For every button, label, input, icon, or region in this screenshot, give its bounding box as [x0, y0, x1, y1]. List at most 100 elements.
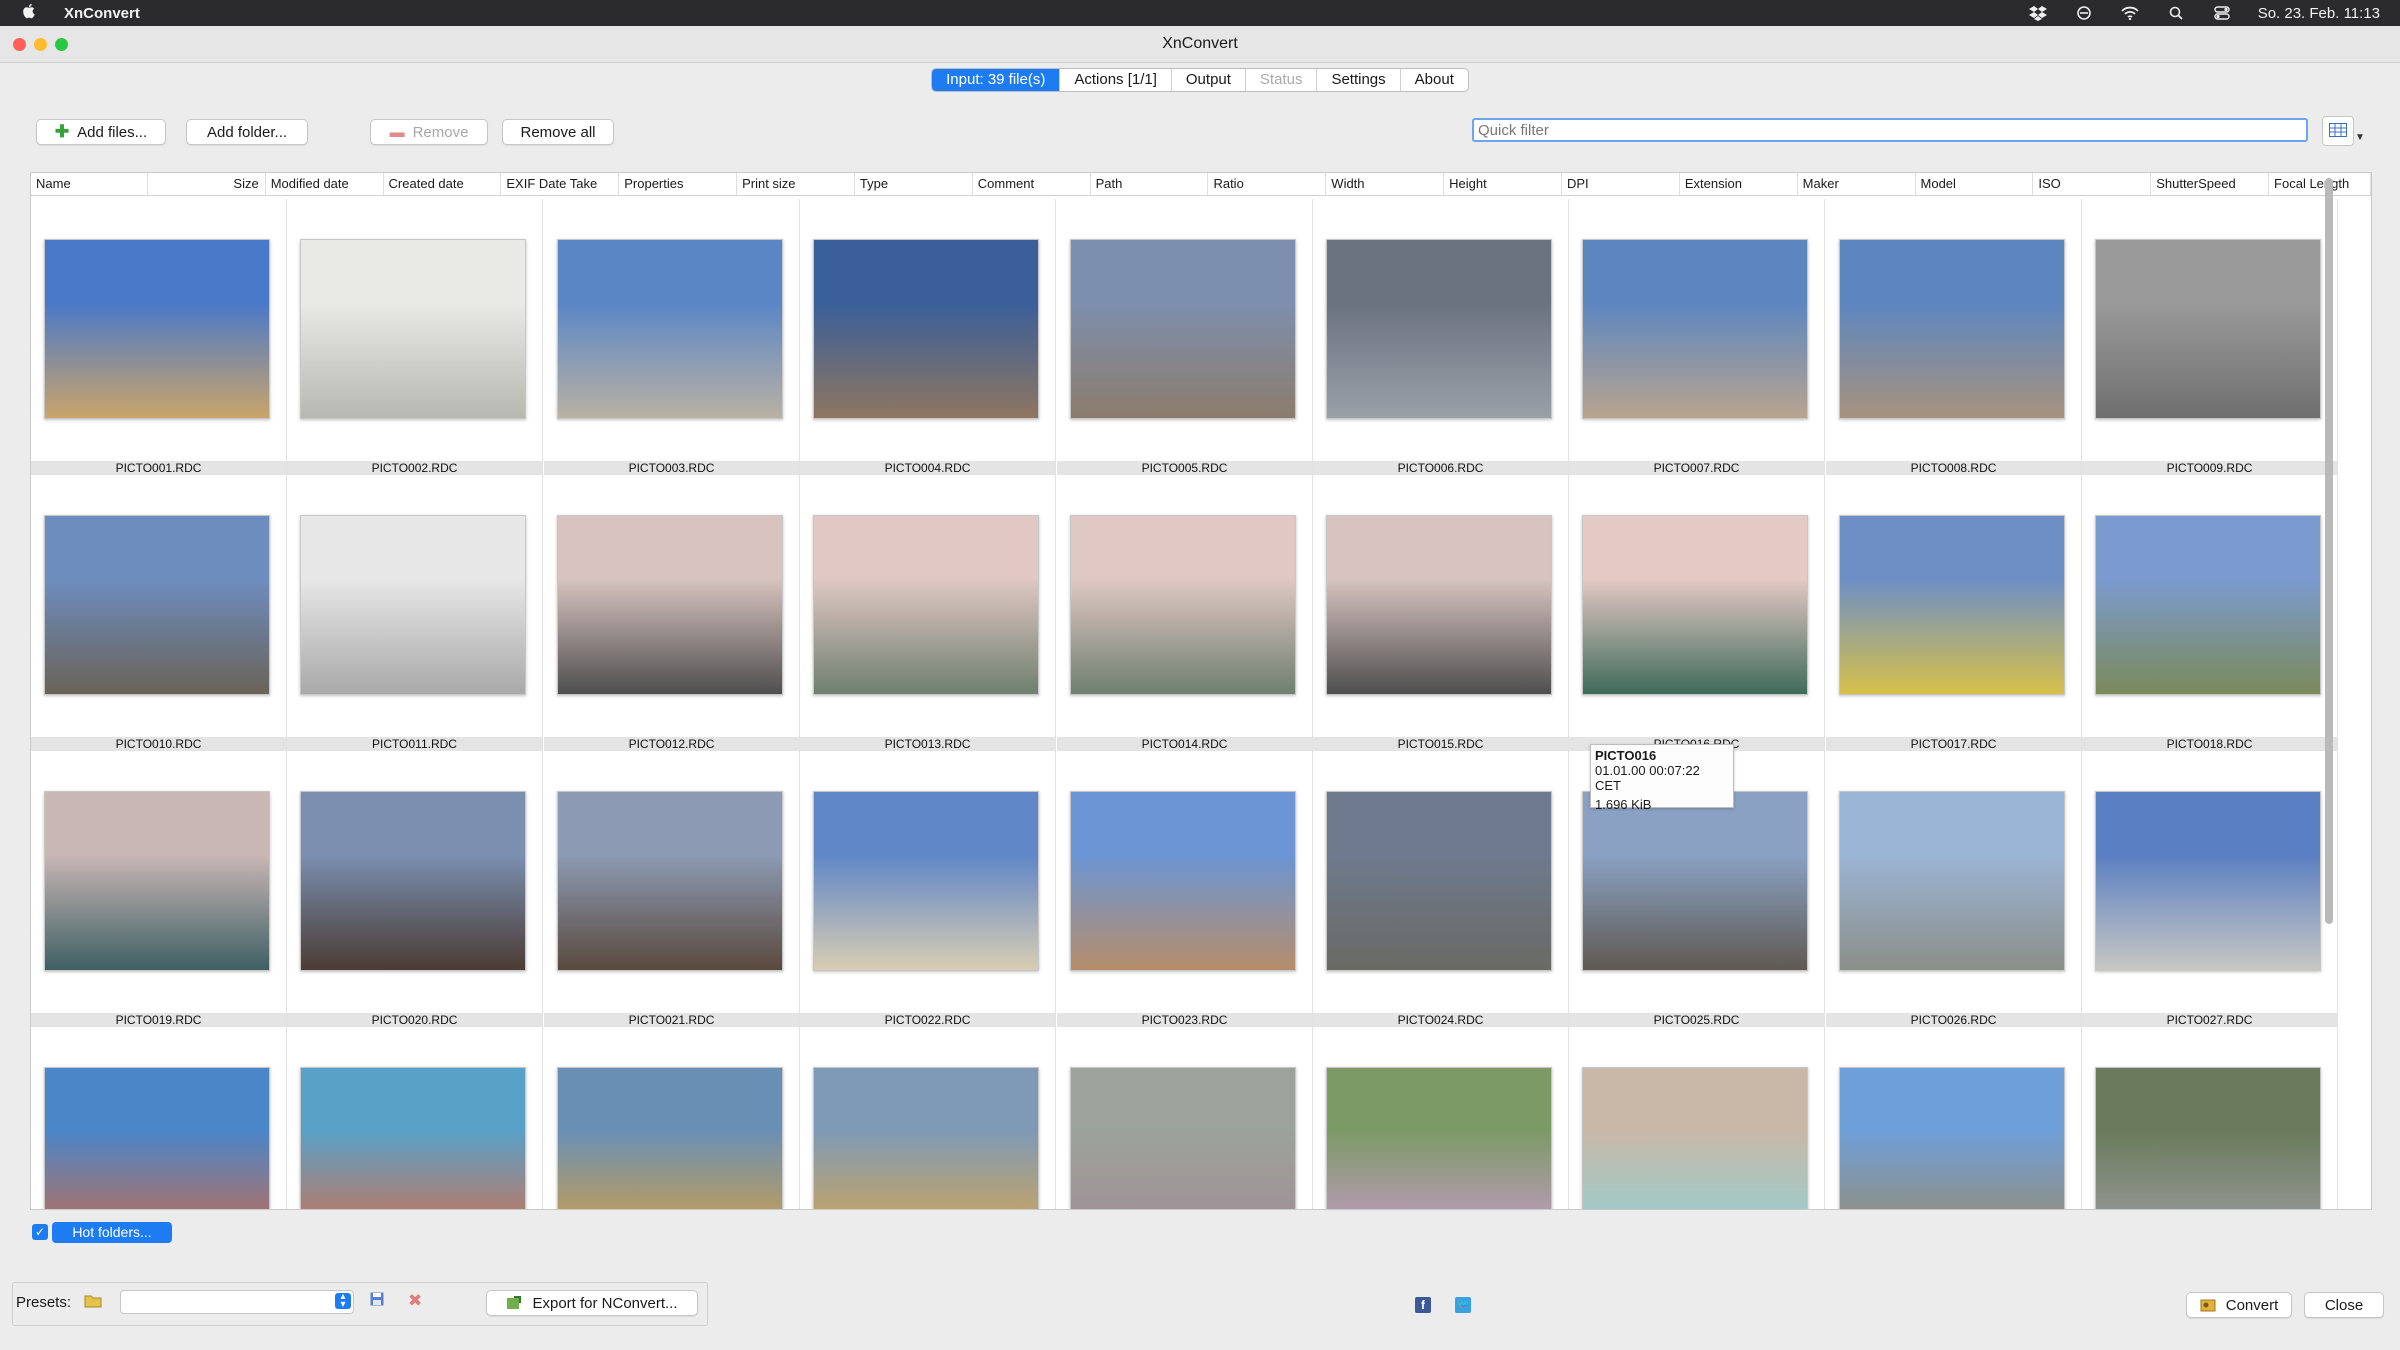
file-thumbnail-item[interactable]: PICTO007.RDC	[1569, 199, 1825, 475]
photo-thumbnail[interactable]	[557, 791, 783, 971]
folder-open-icon[interactable]	[84, 1294, 102, 1308]
photo-thumbnail[interactable]	[1070, 239, 1296, 419]
file-thumbnail-item[interactable]: PICTO012.RDC	[544, 475, 800, 751]
presets-select[interactable]: ▴ ▾	[120, 1290, 354, 1314]
file-thumbnail-item[interactable]: PICTO010.RDC	[31, 475, 287, 751]
view-mode-button[interactable]	[2322, 116, 2354, 146]
photo-thumbnail[interactable]	[557, 515, 783, 695]
column-size[interactable]: Size	[148, 173, 266, 195]
file-thumbnail-item[interactable]: PICTO011.RDC	[287, 475, 543, 751]
file-thumbnail-item[interactable]: PICTO026.RDC	[1826, 751, 2082, 1027]
photo-thumbnail[interactable]	[1839, 1067, 2065, 1209]
wifi-icon[interactable]	[2120, 5, 2140, 21]
vertical-scrollbar[interactable]	[2322, 178, 2336, 1203]
facebook-icon[interactable]: f	[1415, 1297, 1431, 1313]
file-thumbnail-item[interactable]	[1313, 1027, 1569, 1209]
photo-thumbnail[interactable]	[1582, 791, 1808, 971]
column-exif-date-take[interactable]: EXIF Date Take	[501, 173, 620, 195]
photo-thumbnail[interactable]	[2095, 1067, 2321, 1209]
file-thumbnail-item[interactable]	[800, 1027, 1056, 1209]
photo-thumbnail[interactable]	[557, 239, 783, 419]
scrollbar-thumb[interactable]	[2325, 178, 2333, 924]
column-focal-length[interactable]: Focal Length	[2269, 173, 2371, 195]
file-thumbnail-item[interactable]: PICTO004.RDC	[800, 199, 1056, 475]
file-thumbnail-item[interactable]: PICTO009.RDC	[2082, 199, 2338, 475]
file-thumbnail-item[interactable]	[1826, 1027, 2082, 1209]
column-extension[interactable]: Extension	[1680, 173, 1798, 195]
file-thumbnail-item[interactable]: PICTO023.RDC	[1057, 751, 1313, 1027]
column-name[interactable]: Name	[31, 173, 148, 195]
file-thumbnail-item[interactable]: PICTO018.RDC	[2082, 475, 2338, 751]
file-thumbnail-item[interactable]: PICTO001.RDC	[31, 199, 287, 475]
photo-thumbnail[interactable]	[300, 239, 526, 419]
column-width[interactable]: Width	[1326, 173, 1445, 195]
photo-thumbnail[interactable]	[300, 1067, 526, 1209]
photo-thumbnail[interactable]	[1326, 791, 1552, 971]
file-thumbnail-item[interactable]	[31, 1027, 287, 1209]
sync-cloud-icon[interactable]	[2074, 5, 2094, 21]
photo-thumbnail[interactable]	[2095, 791, 2321, 971]
column-created-date[interactable]: Created date	[384, 173, 502, 195]
spotlight-search-icon[interactable]	[2166, 5, 2186, 21]
file-thumbnail-item[interactable]: PICTO022.RDC	[800, 751, 1056, 1027]
photo-thumbnail[interactable]	[44, 239, 270, 419]
app-menu-title[interactable]: XnConvert	[64, 5, 140, 22]
file-thumbnail-item[interactable]	[2082, 1027, 2338, 1209]
photo-thumbnail[interactable]	[1582, 1067, 1808, 1209]
file-thumbnail-item[interactable]: PICTO020.RDC	[287, 751, 543, 1027]
quick-filter-input[interactable]	[1472, 118, 2308, 142]
photo-thumbnail[interactable]	[2095, 515, 2321, 695]
chevron-down-icon[interactable]: ▼	[2355, 132, 2365, 143]
file-thumbnail-item[interactable]: PICTO021.RDC	[544, 751, 800, 1027]
twitter-icon[interactable]: 🐦	[1455, 1297, 1471, 1313]
add-files-button[interactable]: ✚ Add files...	[36, 119, 166, 145]
tab-input-39-file-s[interactable]: Input: 39 file(s)	[932, 69, 1061, 91]
tab-status[interactable]: Status	[1246, 69, 1318, 91]
file-thumbnail-item[interactable]: PICTO017.RDC	[1826, 475, 2082, 751]
photo-thumbnail[interactable]	[1839, 239, 2065, 419]
file-thumbnail-item[interactable]: PICTO005.RDC	[1057, 199, 1313, 475]
close-window-button[interactable]	[13, 38, 26, 51]
photo-thumbnail[interactable]	[1582, 515, 1808, 695]
column-modified-date[interactable]: Modified date	[266, 173, 384, 195]
minimize-window-button[interactable]	[34, 38, 47, 51]
tab-output[interactable]: Output	[1172, 69, 1246, 91]
tab-settings[interactable]: Settings	[1317, 69, 1401, 91]
photo-thumbnail[interactable]	[1326, 515, 1552, 695]
photo-thumbnail[interactable]	[813, 515, 1039, 695]
column-type[interactable]: Type	[855, 173, 973, 195]
column-dpi[interactable]: DPI	[1562, 173, 1680, 195]
convert-button[interactable]: Convert	[2186, 1292, 2292, 1318]
column-shutterspeed[interactable]: ShutterSpeed	[2151, 173, 2270, 195]
hot-folders-checkbox[interactable]: ✓	[32, 1224, 48, 1240]
photo-thumbnail[interactable]	[1070, 515, 1296, 695]
column-ratio[interactable]: Ratio	[1208, 173, 1327, 195]
add-folder-button[interactable]: Add folder...	[186, 119, 308, 145]
photo-thumbnail[interactable]	[44, 791, 270, 971]
export-nconvert-button[interactable]: Export for NConvert...	[486, 1290, 698, 1316]
photo-thumbnail[interactable]	[300, 791, 526, 971]
tab-about[interactable]: About	[1401, 69, 1468, 91]
save-icon[interactable]	[370, 1292, 384, 1310]
file-thumbnail-item[interactable]	[287, 1027, 543, 1209]
column-comment[interactable]: Comment	[973, 173, 1091, 195]
column-path[interactable]: Path	[1091, 173, 1209, 195]
apple-icon[interactable]	[22, 3, 42, 23]
column-print-size[interactable]: Print size	[737, 173, 855, 195]
file-thumbnail-item[interactable]: PICTO006.RDC	[1313, 199, 1569, 475]
photo-thumbnail[interactable]	[1326, 239, 1552, 419]
dropbox-icon[interactable]	[2028, 5, 2048, 21]
photo-thumbnail[interactable]	[813, 1067, 1039, 1209]
file-thumbnail-item[interactable]	[544, 1027, 800, 1209]
photo-thumbnail[interactable]	[813, 239, 1039, 419]
file-thumbnail-item[interactable]: PICTO002.RDC	[287, 199, 543, 475]
control-center-icon[interactable]	[2212, 5, 2232, 21]
photo-thumbnail[interactable]	[1839, 515, 2065, 695]
photo-thumbnail[interactable]	[44, 1067, 270, 1209]
column-properties[interactable]: Properties	[619, 173, 738, 195]
file-thumbnail-item[interactable]: PICTO013.RDC	[800, 475, 1056, 751]
photo-thumbnail[interactable]	[813, 791, 1039, 971]
photo-thumbnail[interactable]	[2095, 239, 2321, 419]
photo-thumbnail[interactable]	[1839, 791, 2065, 971]
zoom-window-button[interactable]	[55, 38, 68, 51]
